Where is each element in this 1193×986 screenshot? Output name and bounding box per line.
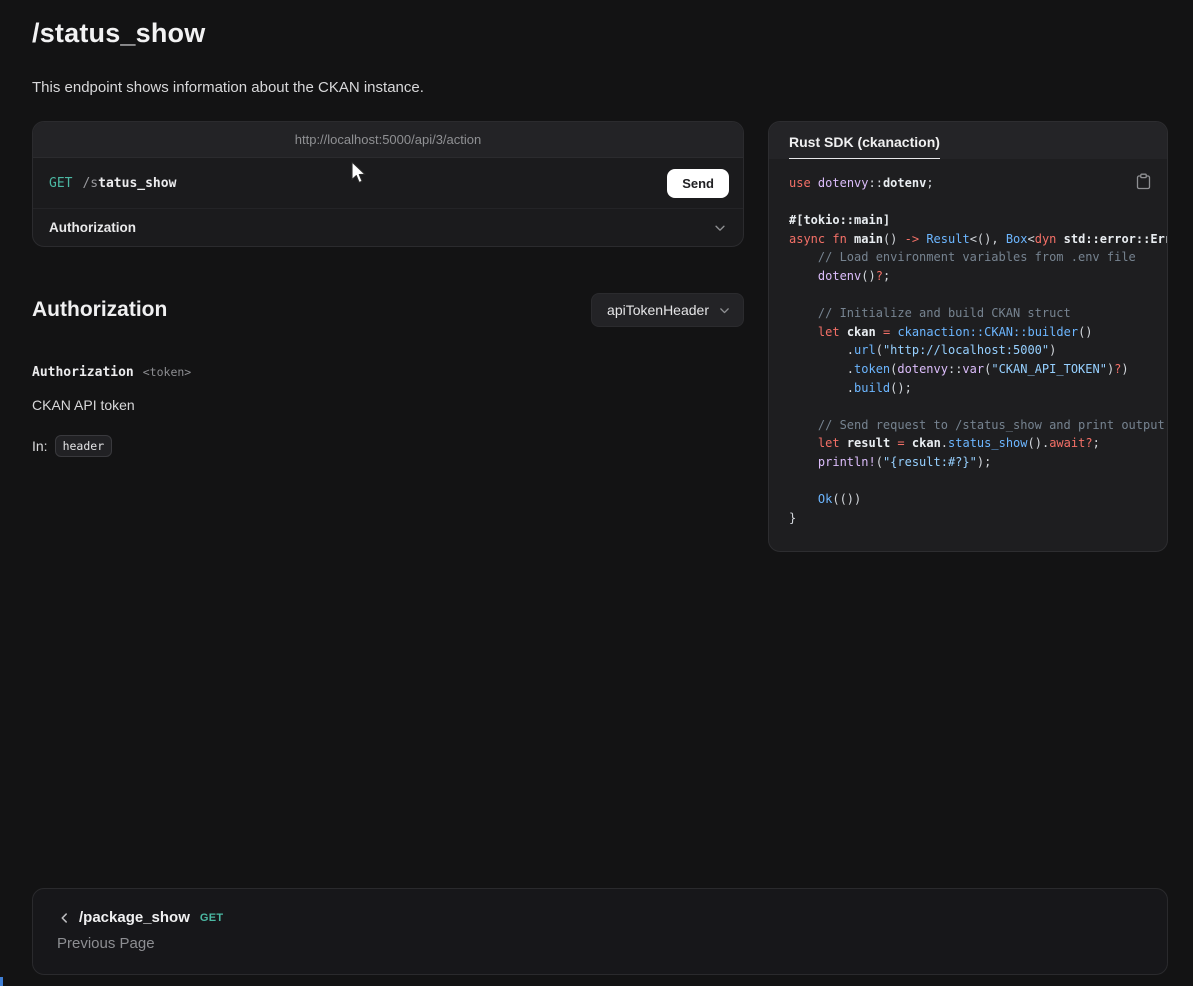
request-row: GET /status_show Send (33, 158, 743, 208)
auth-collapse-row[interactable]: Authorization (33, 208, 743, 246)
content-columns: http://localhost:5000/api/3/action GET /… (32, 121, 1168, 552)
chevron-down-icon (718, 304, 731, 317)
authorization-section: Authorization apiTokenHeader Authorizati… (32, 293, 744, 457)
authorization-header-row: Authorization apiTokenHeader (32, 293, 744, 327)
previous-endpoint-method: GET (200, 912, 224, 924)
sdk-example-panel: Rust SDK (ckanaction) use dotenvy::doten… (768, 121, 1168, 552)
endpoint-path: /status_show (82, 176, 176, 191)
param-in-label: In: (32, 438, 48, 454)
copy-icon[interactable] (1134, 171, 1153, 195)
send-button[interactable]: Send (667, 169, 729, 198)
http-method: GET (49, 176, 72, 191)
param-in-row: In: header (32, 435, 744, 457)
previous-page-title-row: /package_show GET (57, 909, 1143, 926)
param-name: Authorization (32, 365, 134, 380)
page: /status_show This endpoint shows informa… (0, 0, 1193, 986)
base-url: http://localhost:5000/api/3/action (295, 132, 481, 147)
authorization-heading: Authorization (32, 298, 167, 322)
param-description: CKAN API token (32, 397, 744, 413)
previous-page-label: Previous Page (57, 935, 1143, 952)
request-card: http://localhost:5000/api/3/action GET /… (32, 121, 744, 247)
auth-scheme-value: apiTokenHeader (607, 302, 709, 318)
page-title: /status_show (32, 18, 1168, 49)
auth-parameter-name-row: Authorization <token> (32, 365, 744, 380)
page-description: This endpoint shows information about th… (32, 79, 1168, 96)
auth-row-label: Authorization (49, 220, 136, 235)
sdk-panel-header: Rust SDK (ckanaction) (769, 122, 1167, 159)
right-column: Rust SDK (ckanaction) use dotenvy::doten… (768, 121, 1168, 552)
param-type: <token> (143, 365, 191, 379)
previous-page-card[interactable]: /package_show GET Previous Page (32, 888, 1168, 975)
left-column: http://localhost:5000/api/3/action GET /… (32, 121, 744, 457)
corner-accent-tick (0, 977, 3, 986)
chevron-left-icon (57, 911, 71, 925)
param-in-badge: header (55, 435, 113, 457)
sdk-code-container: use dotenvy::dotenv; #[tokio::main]async… (769, 159, 1167, 551)
auth-parameter: Authorization <token> CKAN API token In:… (32, 365, 744, 457)
previous-endpoint-path: /package_show (79, 909, 190, 926)
base-url-bar[interactable]: http://localhost:5000/api/3/action (33, 122, 743, 158)
code-block[interactable]: use dotenvy::dotenv; #[tokio::main]async… (789, 174, 1167, 527)
chevron-down-icon (713, 221, 727, 235)
auth-scheme-select[interactable]: apiTokenHeader (591, 293, 744, 327)
sdk-tab-rust[interactable]: Rust SDK (ckanaction) (789, 134, 940, 159)
